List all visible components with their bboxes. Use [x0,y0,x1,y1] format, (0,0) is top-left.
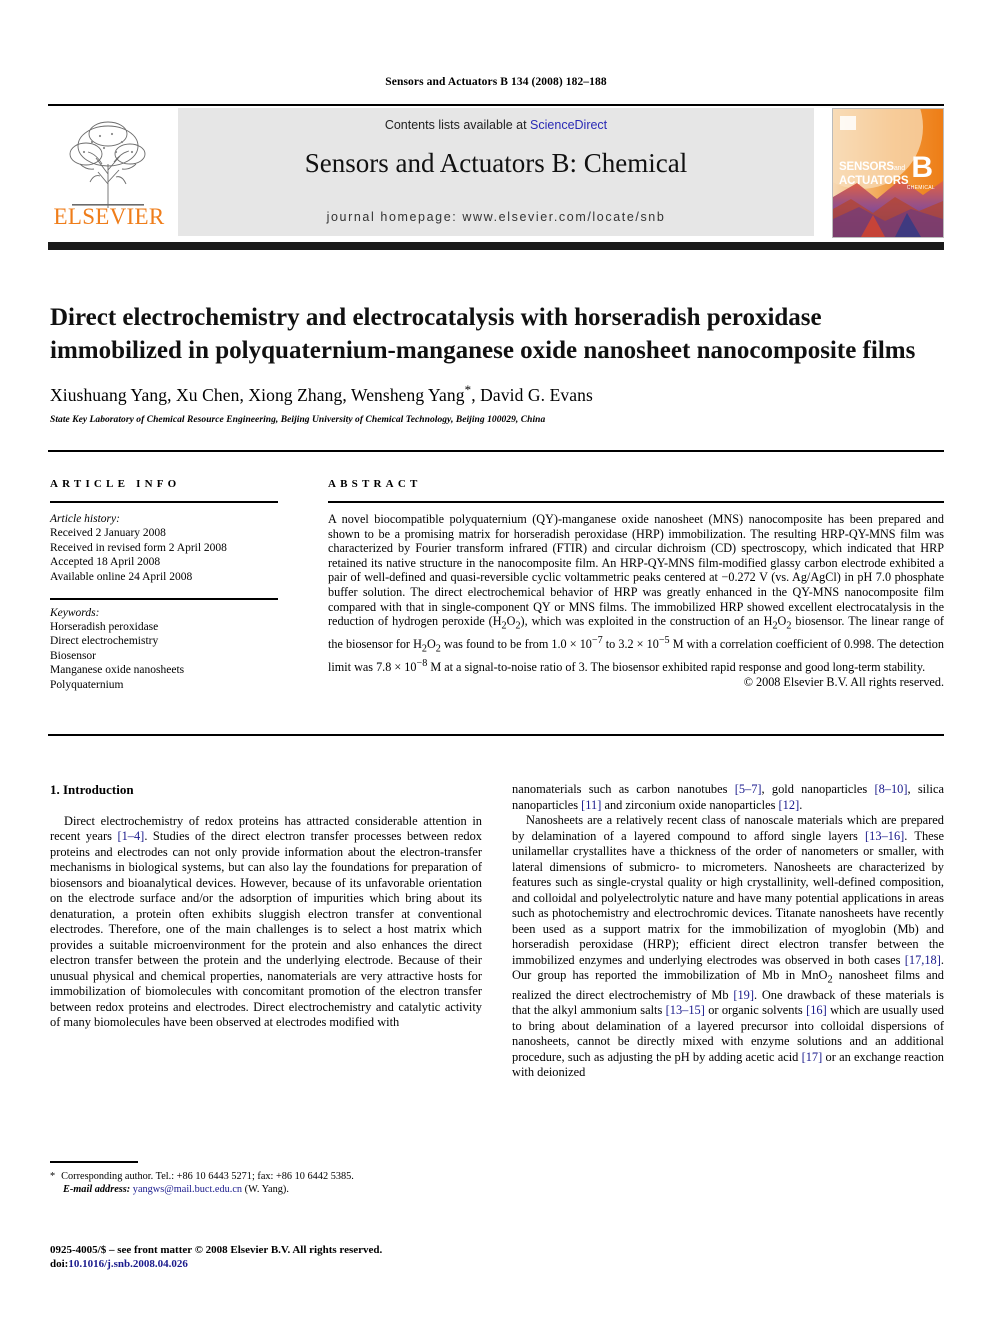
email-suffix: (W. Yang). [242,1184,289,1195]
keyword-item: Polyquaternium [50,678,124,691]
body-paragraph: nanomaterials such as carbon nanotubes [… [512,782,944,812]
cover-title-text: SENSORSand ACTUATORS [839,161,909,188]
issn-line: 0925-4005/$ – see front matter © 2008 El… [50,1244,383,1256]
article-info-heading: ARTICLE INFO [50,478,181,490]
abstract-band-top-rule [48,450,944,452]
elsevier-wordmark: ELSEVIER [53,204,165,229]
footnote-rule [50,1161,138,1163]
footnote-corresponding-text: Corresponding author. Tel.: +86 10 6443 … [61,1171,354,1182]
email-address-link[interactable]: yangws@mail.buct.edu.cn [133,1184,242,1195]
authors-tail: , David G. Evans [471,384,593,405]
history-item: Available online 24 April 2008 [50,570,193,583]
abstract-column: A novel biocompatible polyquaternium (QY… [328,512,944,690]
cover-volume-sub: CHEMICAL [906,185,935,191]
history-item: Received 2 January 2008 [50,527,166,540]
authors-main: Xiushuang Yang, Xu Chen, Xiong Zhang, We… [50,384,465,405]
email-label: E-mail address: [63,1184,131,1195]
running-head: Sensors and Actuators B 134 (2008) 182–1… [385,76,607,88]
body-column-left: 1. Introduction Direct electrochemistry … [50,782,482,1031]
article-history-label: Article history: [50,513,120,525]
elsevier-tree-icon [69,121,146,208]
paper-page: Sensors and Actuators B 134 (2008) 182–1… [0,0,992,1323]
doi-label: doi: [50,1258,69,1270]
doi-link[interactable]: 10.1016/j.snb.2008.04.026 [68,1258,188,1270]
doi-line: doi:10.1016/j.snb.2008.04.026 [50,1257,570,1271]
elsevier-logo: ELSEVIER [48,108,170,236]
abstract-heading: ABSTRACT [328,478,422,490]
affiliation: State Key Laboratory of Chemical Resourc… [50,415,546,425]
contents-available-line: Contents lists available at ScienceDirec… [178,118,814,132]
body-column-right: nanomaterials such as carbon nanotubes [… [512,782,944,1081]
keyword-item: Manganese oxide nanosheets [50,664,185,677]
article-info-column: Article history: Received 2 January 2008… [50,512,286,692]
body-paragraph: Nanosheets are a relatively recent class… [512,813,944,1080]
section-heading-introduction: 1. Introduction [50,782,134,797]
cover-line2: ACTUATORS [839,175,909,187]
journal-header: ELSEVIER Contents lists available at Sci… [48,108,944,238]
abstract-band-bottom-rule [48,734,944,736]
contents-prefix: Contents lists available at [384,118,531,132]
keyword-item: Horseradish peroxidase [50,621,159,634]
footnote-corresponding-line: * Corresponding author. Tel.: +86 10 6443… [50,1170,482,1183]
footnote-marker: * [50,1171,56,1182]
journal-homepage-link[interactable]: journal homepage: www.elsevier.com/locat… [178,210,814,224]
page-title: Direct electrochemistry and electrocatal… [50,303,916,364]
journal-banner: Contents lists available at ScienceDirec… [178,108,814,236]
footer-issn-block: 0925-4005/$ – see front matter © 2008 El… [50,1243,570,1271]
keywords-label: Keywords: [50,606,100,619]
history-item: Accepted 18 April 2008 [50,556,161,569]
header-bottom-bar [48,242,944,250]
journal-cover-thumbnail: SENSORSand ACTUATORS B CHEMICAL [832,108,944,238]
abstract-rule [328,501,944,503]
article-info-divider [50,598,278,600]
cover-elsevier-mark [840,116,856,130]
footnote-email-line: E-mail address: yangws@mail.buct.edu.cn … [50,1183,482,1196]
journal-title: Sensors and Actuators B: Chemical [304,148,688,178]
cover-volume-letter: B [911,151,933,184]
cover-line1: SENSORS [839,161,894,173]
history-item: Received in revised form 2 April 2008 [50,541,227,554]
header-top-rule [48,104,944,106]
keyword-item: Biosensor [50,649,96,662]
abstract-text: A novel biocompatible polyquaternium (QY… [328,512,944,675]
cover-and: and [893,165,905,172]
sciencedirect-link[interactable]: ScienceDirect [530,118,607,132]
body-paragraph: Direct electrochemistry of redox protein… [50,813,483,1030]
footnote-block: * Corresponding author. Tel.: +86 10 6443… [50,1170,482,1196]
keyword-item: Direct electrochemistry [50,635,159,648]
author-list: Xiushuang Yang, Xu Chen, Xiong Zhang, We… [50,382,930,406]
article-info-rule [50,501,278,503]
abstract-copyright: © 2008 Elsevier B.V. All rights reserved… [743,674,944,689]
